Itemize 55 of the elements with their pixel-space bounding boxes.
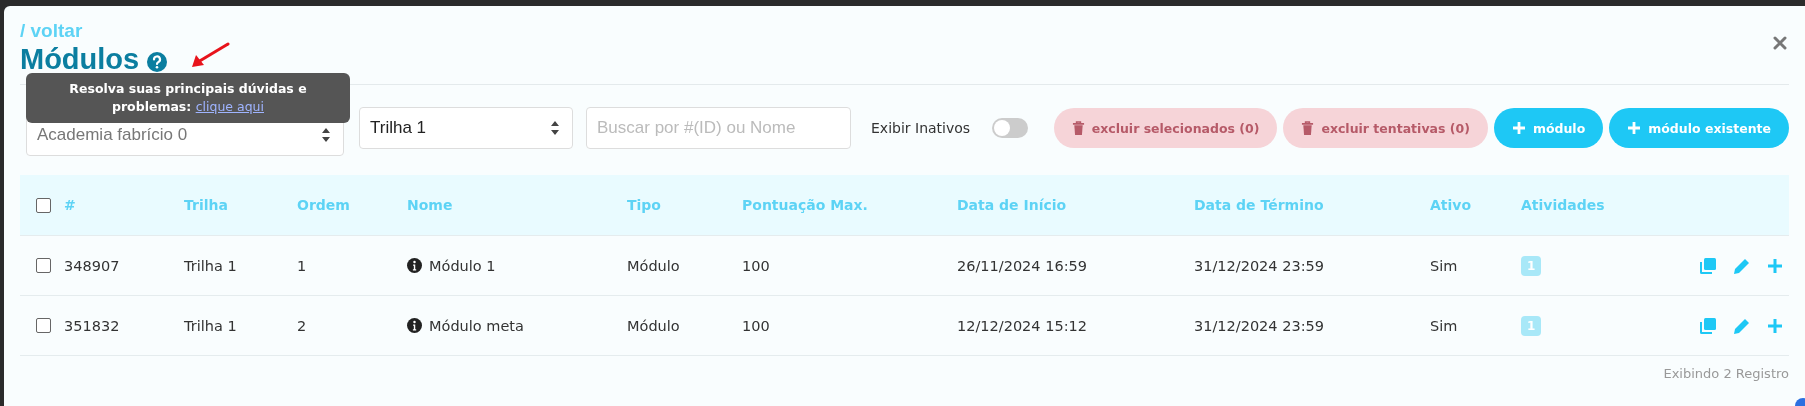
column-header: Data de Início: [957, 197, 1068, 213]
info-icon[interactable]: [407, 258, 422, 273]
table-cell-text: 1: [297, 257, 308, 274]
track-select[interactable]: Trilha 1: [359, 107, 573, 149]
table-cell-text: Módulo: [627, 317, 681, 334]
table-cell-text: Trilha 1: [184, 257, 238, 274]
arrow-annotation: [190, 42, 230, 70]
count-badge: 1: [1521, 255, 1542, 276]
plus-icon: [1627, 121, 1642, 135]
column-header: Ordem: [297, 197, 351, 213]
search-field[interactable]: Buscar por #(ID) ou Nome: [586, 107, 851, 149]
trash-icon: [1301, 120, 1315, 136]
info-icon[interactable]: [407, 318, 422, 333]
add-button[interactable]: módulo: [1493, 108, 1604, 148]
table-cell-text: Módulo: [627, 257, 681, 274]
column-header: Nome: [407, 197, 454, 213]
column-header: Ativo: [1430, 197, 1473, 213]
add-button[interactable]: módulo existente: [1609, 108, 1789, 148]
help-link[interactable]: clique aqui: [195, 99, 264, 114]
column-header: Pontuação Max.: [742, 197, 869, 213]
column-header: Tipo: [627, 197, 662, 213]
back-link[interactable]: / voltar: [20, 20, 83, 42]
table-cell: Módulo 1: [429, 257, 496, 274]
table-cell-text: 351832: [64, 317, 121, 334]
table-cell-text: Sim: [1430, 317, 1459, 334]
table-cell-text: 12/12/2024 15:12: [957, 317, 1088, 334]
sort-caret-icon: [550, 120, 560, 136]
column-header: #: [64, 197, 77, 213]
close-button[interactable]: [1771, 34, 1789, 52]
trash-icon: [1071, 120, 1085, 136]
help-icon[interactable]: [147, 52, 168, 72]
plus-icon: [1511, 121, 1526, 135]
count-badge: 1: [1521, 315, 1542, 336]
row-checkbox[interactable]: [36, 258, 51, 273]
sort-caret-icon: [321, 127, 331, 143]
table-cell-text: 2: [297, 317, 308, 334]
tooltip-text: Resolva suas principais dúvidas e problemas: clique aqui: [68, 80, 308, 116]
toggle-label: Exibir Inativos: [871, 120, 971, 136]
column-header: Trilha: [184, 197, 229, 213]
table-cell-text: 100: [742, 257, 771, 274]
table-cell-text: 26/11/2024 16:59: [957, 257, 1088, 274]
row-checkbox[interactable]: [36, 318, 51, 333]
table-cell-text: 348907: [64, 257, 121, 274]
select-all-checkbox[interactable]: [36, 197, 51, 213]
table-cell-text: 100: [742, 317, 771, 334]
table-cell-text: Trilha 1: [184, 317, 238, 334]
column-header: Atividades: [1521, 197, 1606, 213]
table-cell-text: 31/12/2024 23:59: [1194, 317, 1325, 334]
table-cell-text: Sim: [1430, 257, 1459, 274]
toggle-switch[interactable]: [992, 118, 1029, 138]
column-header: Data de Término: [1194, 197, 1325, 213]
table-cell: Módulo meta: [429, 317, 524, 334]
page-title: Módulos: [20, 42, 140, 76]
table-cell-text: 31/12/2024 23:59: [1194, 257, 1325, 274]
record-count: Exibindo 2 Registro: [1663, 366, 1789, 381]
